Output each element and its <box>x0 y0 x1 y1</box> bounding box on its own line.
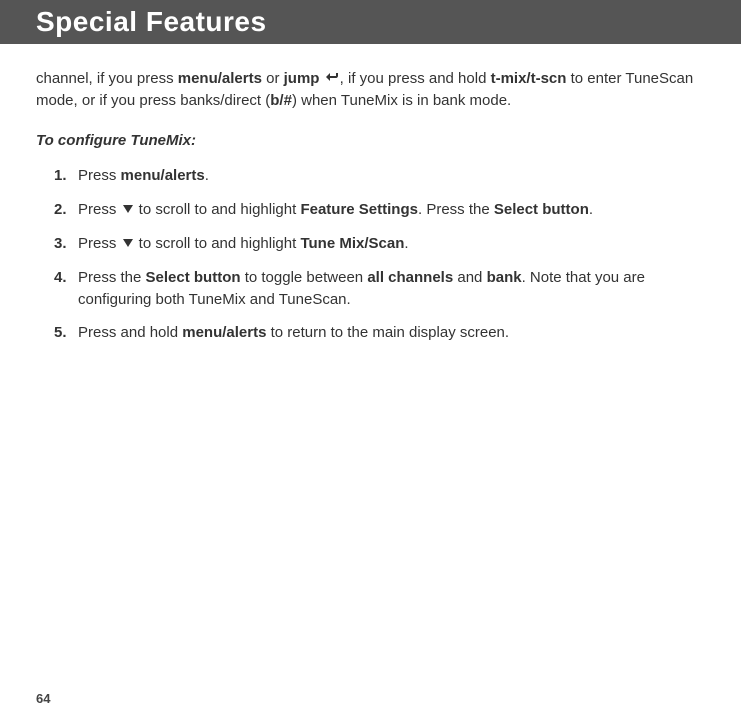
content-area: channel, if you press menu/alerts or jum… <box>0 44 741 344</box>
step-text: Press the <box>78 269 146 286</box>
list-item: 2. Press to scroll to and highlight Feat… <box>58 199 705 221</box>
step-text: . <box>205 167 209 184</box>
step-bold: Feature Settings <box>300 201 418 218</box>
step-number: 5. <box>54 322 67 344</box>
step-text: Press <box>78 167 121 184</box>
return-arrow-icon <box>325 68 339 90</box>
intro-bold: t-mix/t-scn <box>491 70 567 87</box>
step-bold: Tune Mix/Scan <box>300 235 404 252</box>
step-text: . Press the <box>418 201 494 218</box>
page-number: 64 <box>36 691 50 706</box>
step-text: to scroll to and highlight <box>135 235 301 252</box>
step-text: to scroll to and highlight <box>135 201 301 218</box>
intro-text: channel, if you press <box>36 70 178 87</box>
configure-heading: To configure TuneMix: <box>36 130 705 152</box>
step-text: . <box>589 201 593 218</box>
list-item: 5. Press and hold menu/alerts to return … <box>58 322 705 344</box>
step-text: and <box>453 269 486 286</box>
list-item: 4. Press the Select button to toggle bet… <box>58 267 705 311</box>
step-text: Press <box>78 235 121 252</box>
intro-text: , if you press and hold <box>340 70 491 87</box>
page-title: Special Features <box>36 6 705 38</box>
list-item: 3. Press to scroll to and highlight Tune… <box>58 233 705 255</box>
step-number: 3. <box>54 233 67 255</box>
intro-bold: menu/alerts <box>178 70 262 87</box>
step-number: 4. <box>54 267 67 289</box>
step-bold: bank <box>487 269 522 286</box>
step-text: Press <box>78 201 121 218</box>
intro-paragraph: channel, if you press menu/alerts or jum… <box>36 68 705 112</box>
step-number: 1. <box>54 165 67 187</box>
step-text: to toggle between <box>241 269 368 286</box>
list-item: 1. Press menu/alerts. <box>58 165 705 187</box>
step-text: to return to the main display screen. <box>266 324 509 341</box>
down-arrow-icon <box>122 233 134 255</box>
step-bold: all channels <box>367 269 453 286</box>
step-text: . <box>404 235 408 252</box>
step-bold: Select button <box>494 201 589 218</box>
down-arrow-icon <box>122 199 134 221</box>
step-text: Press and hold <box>78 324 182 341</box>
step-number: 2. <box>54 199 67 221</box>
step-bold: menu/alerts <box>121 167 205 184</box>
page-header: Special Features <box>0 0 741 44</box>
intro-bold: jump <box>284 70 320 87</box>
intro-text: ) when TuneMix is in bank mode. <box>292 92 511 109</box>
intro-bold: b/# <box>270 92 292 109</box>
intro-text: or <box>262 70 284 87</box>
step-bold: menu/alerts <box>182 324 266 341</box>
steps-list: 1. Press menu/alerts. 2. Press to scroll… <box>36 165 705 344</box>
step-bold: Select button <box>146 269 241 286</box>
